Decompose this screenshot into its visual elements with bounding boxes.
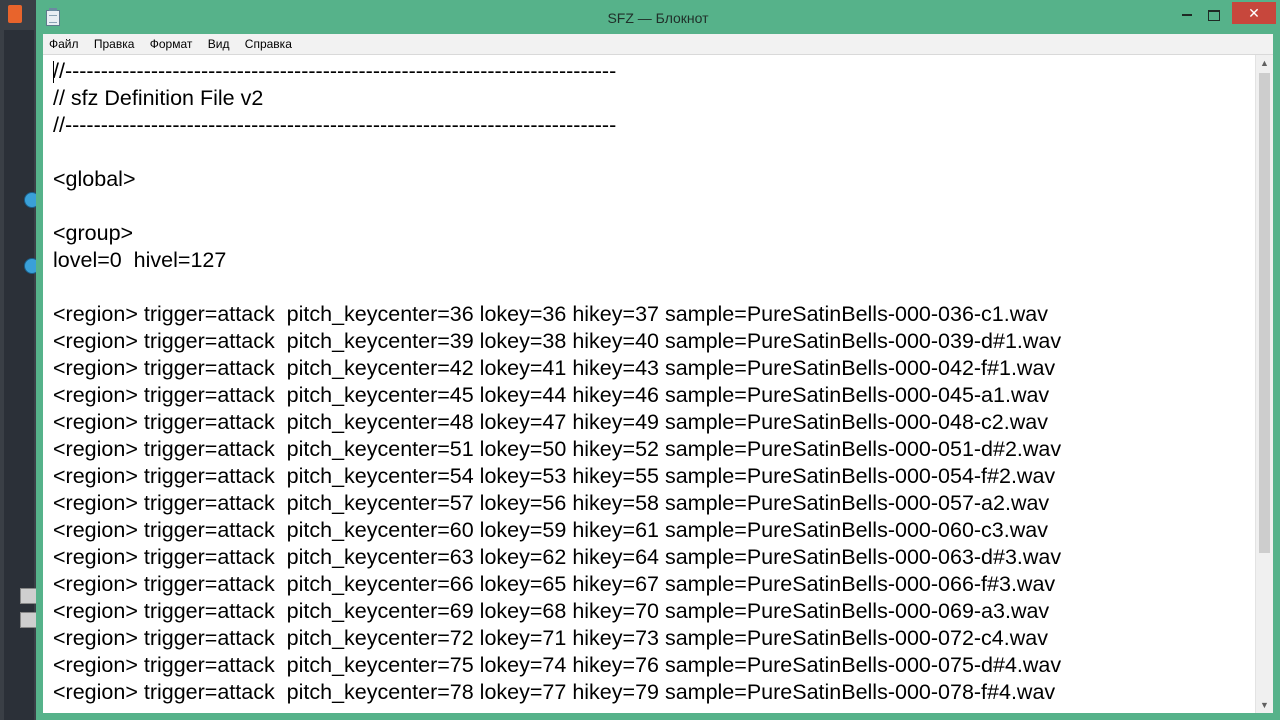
- text-line[interactable]: <region> trigger=attack pitch_keycenter=…: [53, 679, 1248, 706]
- window-title: SFZ — Блокнот: [607, 10, 709, 26]
- title-bar[interactable]: SFZ — Блокнот ✕: [36, 0, 1280, 34]
- text-line[interactable]: <region> trigger=attack pitch_keycenter=…: [53, 625, 1248, 652]
- text-line[interactable]: <region> trigger=attack pitch_keycenter=…: [53, 544, 1248, 571]
- text-line[interactable]: <global>: [53, 166, 1248, 193]
- menu-edit[interactable]: Правка: [88, 34, 141, 54]
- text-line[interactable]: <region> trigger=attack pitch_keycenter=…: [53, 652, 1248, 679]
- text-line[interactable]: //--------------------------------------…: [53, 112, 1248, 139]
- menu-help[interactable]: Справка: [239, 34, 298, 54]
- text-line[interactable]: <region> trigger=attack pitch_keycenter=…: [53, 382, 1248, 409]
- text-line[interactable]: <region> trigger=attack pitch_keycenter=…: [53, 355, 1248, 382]
- text-line[interactable]: lovel=0 hivel=127: [53, 247, 1248, 274]
- scroll-up-icon[interactable]: ▲: [1256, 55, 1273, 72]
- text-line[interactable]: <region> trigger=attack pitch_keycenter=…: [53, 328, 1248, 355]
- minimize-button[interactable]: [1172, 0, 1202, 28]
- notepad-window: SFZ — Блокнот ✕ Файл Правка Формат Вид С…: [36, 0, 1280, 720]
- text-line[interactable]: <region> trigger=attack pitch_keycenter=…: [53, 409, 1248, 436]
- text-line[interactable]: [53, 139, 1248, 166]
- text-line[interactable]: <group>: [53, 220, 1248, 247]
- scroll-thumb[interactable]: [1259, 73, 1270, 553]
- text-line[interactable]: //--------------------------------------…: [53, 58, 1248, 85]
- text-line[interactable]: <region> trigger=attack pitch_keycenter=…: [53, 490, 1248, 517]
- text-line[interactable]: <region> trigger=attack pitch_keycenter=…: [53, 436, 1248, 463]
- close-button[interactable]: ✕: [1232, 2, 1276, 24]
- background-app: [0, 0, 40, 720]
- menu-bar: Файл Правка Формат Вид Справка: [43, 34, 1273, 54]
- text-line[interactable]: <region> trigger=attack pitch_keycenter=…: [53, 301, 1248, 328]
- maximize-icon: [1208, 9, 1220, 21]
- maximize-button[interactable]: [1199, 0, 1229, 28]
- editor-content[interactable]: //--------------------------------------…: [53, 58, 1248, 706]
- text-caret: [53, 61, 54, 83]
- vertical-scrollbar[interactable]: ▲ ▼: [1255, 55, 1273, 713]
- menu-file[interactable]: Файл: [43, 34, 85, 54]
- text-line[interactable]: <region> trigger=attack pitch_keycenter=…: [53, 517, 1248, 544]
- text-line[interactable]: <region> trigger=attack pitch_keycenter=…: [53, 598, 1248, 625]
- scroll-down-icon[interactable]: ▼: [1256, 697, 1273, 713]
- menu-format[interactable]: Формат: [144, 34, 199, 54]
- close-icon: ✕: [1248, 5, 1260, 21]
- background-app-icon: [8, 5, 22, 23]
- menu-view[interactable]: Вид: [202, 34, 236, 54]
- text-line[interactable]: [53, 193, 1248, 220]
- text-editor[interactable]: //--------------------------------------…: [43, 54, 1273, 713]
- text-line[interactable]: // sfz Definition File v2: [53, 85, 1248, 112]
- text-line[interactable]: <region> trigger=attack pitch_keycenter=…: [53, 463, 1248, 490]
- text-line[interactable]: <region> trigger=attack pitch_keycenter=…: [53, 571, 1248, 598]
- minimize-icon: [1182, 14, 1192, 17]
- text-line[interactable]: [53, 274, 1248, 301]
